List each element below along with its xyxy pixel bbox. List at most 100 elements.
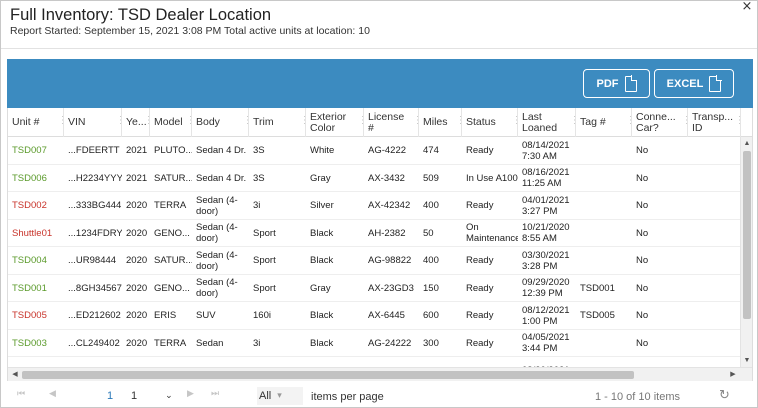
grid-header: Unit # VIN Ye...Model Body Trim Exterior Colo… bbox=[8, 108, 752, 137]
current-page-number[interactable]: 1 bbox=[107, 390, 113, 402]
page-select[interactable]: 1 ⌄ bbox=[131, 387, 173, 405]
column-header-miles[interactable]: Miles bbox=[419, 108, 462, 137]
column-menu-icon[interactable] bbox=[300, 116, 302, 126]
column-header-unit[interactable]: Unit # bbox=[8, 108, 64, 137]
cell-transponder-id bbox=[688, 302, 741, 329]
cell-transponder-id bbox=[688, 330, 741, 357]
cell-status bbox=[462, 357, 518, 367]
cell-unit[interactable]: TSD005 bbox=[8, 302, 64, 329]
pdf-label: PDF bbox=[596, 77, 619, 90]
column-menu-icon[interactable] bbox=[626, 116, 628, 126]
first-page-icon[interactable]: ⏮ bbox=[17, 389, 25, 399]
last-page-icon[interactable]: ⏭ bbox=[211, 389, 219, 399]
cell-unit[interactable]: TSD002 bbox=[8, 192, 64, 219]
column-header-exterior-color[interactable]: Exterior Color bbox=[306, 108, 364, 137]
column-menu-icon[interactable] bbox=[144, 116, 146, 126]
cell-transponder-id bbox=[688, 357, 741, 367]
cell-model: TERRA bbox=[154, 337, 187, 349]
cell-status: Ready bbox=[466, 282, 494, 294]
column-menu-icon[interactable] bbox=[116, 116, 118, 126]
column-header-transponder-id[interactable]: Transp... ID bbox=[688, 108, 741, 137]
cell-model bbox=[150, 357, 192, 367]
next-page-icon[interactable]: ▶ bbox=[187, 389, 194, 399]
column-header-connected-car[interactable]: Conne... Car? bbox=[632, 108, 688, 137]
scroll-down-icon[interactable]: ▼ bbox=[741, 356, 752, 366]
cell-unit[interactable]: TSD004 bbox=[8, 247, 64, 274]
page-size-select[interactable]: All ▾ bbox=[257, 387, 303, 405]
cell-trim: Sport bbox=[253, 282, 276, 294]
column-menu-icon[interactable] bbox=[735, 116, 737, 126]
scroll-up-icon[interactable]: ▲ bbox=[741, 139, 752, 149]
column-menu-icon[interactable] bbox=[243, 116, 245, 126]
cell-exterior-color: Gray bbox=[310, 282, 331, 294]
cell-unit[interactable]: TSD006 bbox=[8, 165, 64, 192]
cell-exterior-color: Gray bbox=[310, 172, 331, 184]
column-menu-icon[interactable] bbox=[570, 116, 572, 126]
column-header-model[interactable]: Model bbox=[150, 108, 192, 137]
column-menu-icon[interactable] bbox=[512, 116, 514, 126]
scroll-right-icon[interactable]: ▶ bbox=[728, 370, 738, 380]
cell-unit[interactable]: TSD003 bbox=[8, 330, 64, 357]
cell-unit[interactable]: TSD001 bbox=[8, 275, 64, 302]
column-header-last-loaned[interactable]: Last Loaned bbox=[518, 108, 576, 137]
cell-tag bbox=[576, 165, 632, 192]
cell-unit[interactable]: Shuttle01 bbox=[8, 220, 64, 247]
table-row[interactable]: 08/20/2021 bbox=[8, 357, 741, 367]
column-menu-icon[interactable] bbox=[682, 116, 684, 126]
column-header-vin[interactable]: VIN bbox=[64, 108, 122, 137]
cell-exterior-color: Black bbox=[310, 310, 334, 321]
column-menu-icon[interactable] bbox=[358, 116, 360, 126]
horizontal-scroll-thumb[interactable] bbox=[22, 371, 634, 379]
vertical-scrollbar[interactable]: ▲ ▼ bbox=[740, 137, 752, 367]
vertical-scroll-thumb[interactable] bbox=[743, 151, 751, 319]
column-menu-icon[interactable] bbox=[186, 116, 188, 126]
column-header-trim[interactable]: Trim bbox=[249, 108, 306, 137]
refresh-icon[interactable]: ↻ bbox=[719, 388, 730, 403]
cell-exterior-color: Silver bbox=[310, 200, 334, 211]
column-header-label: Conne... Car? bbox=[636, 110, 676, 134]
cell-unit[interactable]: TSD007 bbox=[8, 137, 64, 164]
cell-license: AH-2382 bbox=[368, 227, 406, 239]
table-row[interactable]: TSD004 ...UR98444 2020 SATUR... Sedan (4-doo… bbox=[8, 247, 741, 275]
close-icon[interactable]: × bbox=[741, 0, 753, 13]
column-menu-icon[interactable] bbox=[58, 116, 60, 126]
excel-export-button[interactable]: EXCEL bbox=[654, 69, 734, 98]
table-row[interactable]: TSD001 ...8GH34567 2020 GENO... Sedan (4-doo… bbox=[8, 275, 741, 302]
cell-connected-car: No bbox=[636, 227, 649, 239]
table-row[interactable]: TSD007 ...FDEERTT 2021 PLUTO... Sedan 4 Dr. 3… bbox=[8, 137, 741, 165]
column-header-year[interactable]: Ye... bbox=[122, 108, 150, 137]
table-row[interactable]: TSD002 ...333BG444 2020 TERRA Sedan (4-door)… bbox=[8, 192, 741, 220]
grid-body: TSD007 ...FDEERTT 2021 PLUTO... Sedan 4 Dr. 3… bbox=[8, 137, 741, 367]
cell-trim: 3S bbox=[253, 145, 265, 156]
table-row[interactable]: TSD003 ...CL249402 2020 TERRA Sedan 3i Black AG… bbox=[8, 330, 741, 357]
cell-last-loaned: 08/16/2021 11:25 AM bbox=[522, 167, 570, 189]
table-row[interactable]: TSD006 ...H2234YYY 2021 SATUR... Sedan 4 Dr.… bbox=[8, 165, 741, 192]
excel-label: EXCEL bbox=[666, 77, 704, 90]
prev-page-icon[interactable]: ◀ bbox=[49, 389, 56, 399]
column-header-tag[interactable]: Tag # bbox=[576, 108, 632, 137]
cell-year: 2021 bbox=[126, 145, 148, 156]
table-row[interactable]: TSD005 ...ED212602 2020 ERIS SUV 160i Black AX-… bbox=[8, 302, 741, 330]
cell-transponder-id bbox=[688, 220, 741, 247]
pdf-export-button[interactable]: PDF bbox=[583, 69, 650, 98]
dialog-title: Full Inventory: TSD Dealer Location bbox=[10, 6, 272, 24]
cell-license: AG-98822 bbox=[368, 255, 412, 266]
column-menu-icon[interactable] bbox=[413, 116, 415, 126]
column-header-label: Trim bbox=[253, 116, 274, 128]
cell-tag bbox=[576, 192, 632, 219]
cell-body: SUV bbox=[196, 310, 216, 321]
column-header-status[interactable]: Status bbox=[462, 108, 518, 137]
column-header-license[interactable]: License # bbox=[364, 108, 419, 137]
table-row[interactable]: Shuttle01 ...1234FDRY 2020 GENO... Sedan (4-… bbox=[8, 220, 741, 247]
cell-tag bbox=[576, 357, 632, 367]
column-header-body[interactable]: Body bbox=[192, 108, 249, 137]
horizontal-scrollbar[interactable]: ◀ ▶ bbox=[8, 367, 752, 381]
cell-exterior-color: Black bbox=[310, 255, 334, 266]
column-menu-icon[interactable] bbox=[456, 116, 458, 126]
cell-miles: 300 bbox=[423, 337, 439, 349]
scroll-left-icon[interactable]: ◀ bbox=[10, 370, 20, 380]
column-header-label: Tag # bbox=[580, 116, 606, 128]
cell-trim: 3S bbox=[253, 172, 265, 184]
cell-unit[interactable] bbox=[8, 357, 64, 367]
cell-vin: ...H2234YYY bbox=[68, 172, 122, 184]
